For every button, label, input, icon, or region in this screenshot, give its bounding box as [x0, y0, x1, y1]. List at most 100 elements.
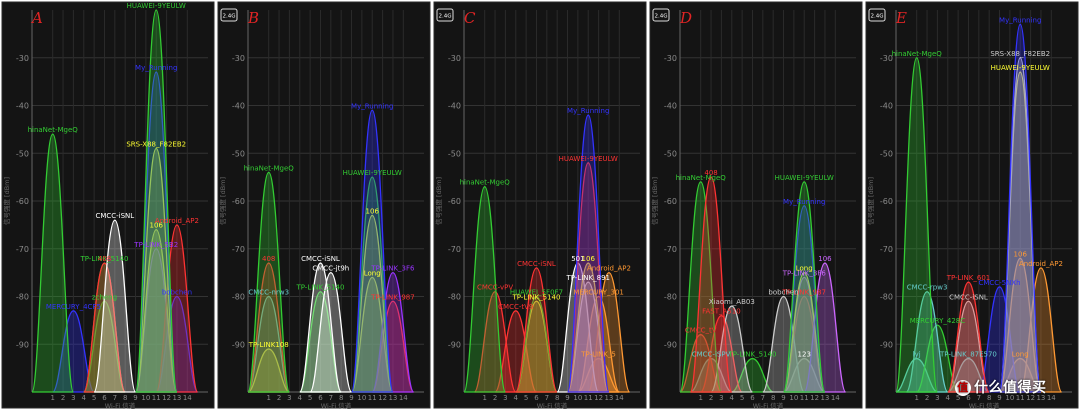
y-tick-label: -40: [448, 102, 461, 111]
x-axis-title: Wi-Fi 信道: [753, 401, 784, 410]
network-label: TP-LINK_3F6: [782, 269, 827, 277]
x-tick-label: 8: [123, 394, 127, 402]
x-axis-title: Wi-Fi 信道: [969, 401, 1000, 410]
network-label: CMCC-iSNL: [949, 293, 988, 301]
y-axis-title: 信号强度 [dBm]: [218, 177, 227, 225]
x-tick-label: 10: [789, 394, 798, 402]
band-badge-label: 2.4G: [870, 14, 883, 20]
network-label: 408: [262, 255, 275, 263]
network-label: TP-LINK_3F6: [370, 265, 415, 273]
x-tick-label: 12: [378, 394, 387, 402]
x-tick-label: 3: [503, 394, 507, 402]
x-tick-label: 12: [162, 394, 171, 402]
network-label: TP-LINK_5140: [295, 284, 344, 292]
x-tick-label: 11: [152, 394, 161, 402]
x-tick-label: 9: [133, 394, 137, 402]
y-tick-label: -90: [16, 340, 29, 349]
network-label: CMCC-vPV: [477, 284, 513, 292]
x-tick-label: 6: [318, 394, 323, 402]
y-tick-label: -40: [880, 102, 893, 111]
network-label: CMCC-iSNL: [517, 260, 556, 268]
y-tick-label: -90: [664, 340, 677, 349]
panel-letter: D: [679, 9, 692, 27]
panel-letter: A: [30, 9, 43, 27]
band-badge-label: 2.4G: [438, 14, 451, 20]
y-axis-title: 信号强度 [dBm]: [2, 177, 11, 225]
network-label: My_Running: [783, 198, 825, 206]
network-label: 106: [1014, 250, 1028, 258]
network-label: Android_AP2: [587, 265, 631, 273]
x-tick-label: 11: [368, 394, 377, 402]
y-tick-label: -80: [880, 293, 893, 302]
x-axis-title: Wi-Fi 信道: [321, 401, 352, 410]
network-label: HUAWEI-9YEULW: [991, 64, 1050, 72]
y-axis-title: 信号强度 [dBm]: [866, 177, 875, 225]
y-tick-label: -70: [448, 245, 461, 254]
y-tick-label: -30: [448, 54, 461, 63]
x-tick-label: 10: [141, 394, 150, 402]
network-label: CMCC-iSPV: [692, 351, 731, 359]
y-tick-label: -50: [664, 149, 677, 158]
y-tick-label: -60: [880, 197, 893, 206]
network-label: bobchen: [768, 289, 798, 297]
x-tick-label: 7: [545, 394, 549, 402]
x-tick-label: 12: [594, 394, 603, 402]
y-tick-label: -80: [664, 293, 677, 302]
chart-panel-e: -90-80-70-60-50-40-301 2 3 4 5 6 7 8 9 10 11 12 13 14…: [865, 1, 1079, 410]
x-axis-title: Wi-Fi 信道: [537, 401, 568, 410]
y-tick-label: -60: [232, 197, 245, 206]
watermark-logo-icon: 值: [955, 380, 971, 396]
x-tick-label: 5: [524, 394, 528, 402]
x-tick-label: 2: [709, 394, 713, 402]
network-label: hinaNet-MgeQ: [28, 126, 79, 134]
chart-panel-b: -90-80-70-60-50-40-301 2 3 4 5 6 7 8 9 10 11 12 13 14…: [217, 1, 431, 410]
y-tick-label: -40: [16, 102, 29, 111]
network-label: 106: [366, 207, 380, 215]
network-label: hinaNet-MgeQ: [460, 179, 511, 187]
x-tick-label: 13: [820, 394, 829, 402]
band-badge-label: 2.4G: [654, 14, 667, 20]
chart-panel-d: -90-80-70-60-50-40-301 2 3 4 5 6 7 8 9 10 11 12 13 14…: [649, 1, 863, 410]
watermark-text: 什么值得买: [974, 380, 1047, 396]
x-tick-label: 3: [71, 394, 75, 402]
network-label: MERCURY_301: [573, 289, 624, 297]
wifi-channel-comparison-figure: -90-80-70-60-50-40-301 2 3 4 5 6 7 8 9 10 11 12 13 14…: [1, 1, 1079, 410]
network-label: My_Running: [999, 16, 1041, 24]
network-label: hinaNet-MgeQ: [892, 50, 943, 58]
x-tick-label: 14: [1047, 394, 1056, 402]
network-label: SRS-X88_F82EB2: [990, 50, 1050, 58]
x-tick-label: 11: [584, 394, 593, 402]
y-tick-label: -70: [664, 245, 677, 254]
network-label: 408: [704, 169, 717, 177]
network-label: TP-LINK108: [248, 341, 289, 349]
y-axis-title: 信号强度 [dBm]: [650, 177, 659, 225]
network-label: 106: [582, 255, 596, 263]
network-label: CMCC-iSNL: [95, 212, 134, 220]
y-tick-label: -90: [232, 340, 245, 349]
x-tick-label: 1: [50, 394, 54, 402]
y-tick-label: -50: [880, 149, 893, 158]
network-label: 408: [98, 255, 111, 263]
network-label: HUAWEI-9YEULW: [127, 2, 186, 10]
network-label: FAST_A510: [702, 308, 741, 316]
y-tick-label: -60: [16, 197, 29, 206]
x-tick-label: 14: [831, 394, 840, 402]
network-label: HUAWEI-9YEULW: [343, 169, 402, 177]
network-label: hinaNet-MgeQ: [676, 174, 727, 182]
y-tick-label: -30: [232, 54, 245, 63]
network-label: Android_AP2: [155, 217, 199, 225]
x-tick-label: 4: [946, 394, 951, 402]
y-tick-label: -90: [880, 340, 893, 349]
network-label: hinaNet-MgeQ: [244, 164, 295, 172]
x-tick-label: 1: [266, 394, 270, 402]
x-tick-label: 9: [565, 394, 569, 402]
x-tick-label: 11: [800, 394, 809, 402]
y-tick-label: -50: [448, 149, 461, 158]
x-tick-label: 5: [740, 394, 744, 402]
network-label: lyj: [913, 351, 921, 359]
x-tick-label: 10: [357, 394, 366, 402]
chart-panel-a: -90-80-70-60-50-40-301 2 3 4 5 6 7 8 9 10 11 12 13 14…: [1, 1, 215, 410]
x-tick-label: 10: [573, 394, 582, 402]
network-label: CMCC-rpw3: [907, 284, 948, 292]
network-label: My_Running: [567, 107, 609, 115]
